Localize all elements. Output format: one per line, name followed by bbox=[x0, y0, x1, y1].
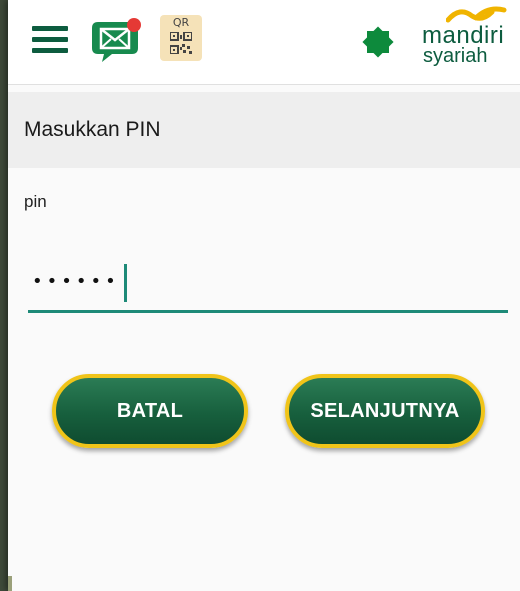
qr-code-icon bbox=[170, 32, 192, 54]
pin-input[interactable]: •••••• bbox=[28, 262, 508, 313]
cancel-button[interactable]: BATAL bbox=[52, 374, 248, 448]
app-screen: QR mandiri syariah Masukkan PIN pin ••••… bbox=[8, 0, 520, 591]
brand-sub: syariah bbox=[423, 45, 488, 67]
top-app-bar: QR mandiri syariah bbox=[8, 0, 520, 85]
hamburger-menu-icon[interactable] bbox=[32, 24, 68, 56]
text-caret bbox=[124, 264, 127, 302]
pin-label: pin bbox=[24, 192, 47, 211]
mandiri-syariah-logo: mandiri syariah bbox=[420, 4, 512, 74]
pin-masked-value: •••••• bbox=[32, 271, 120, 292]
qr-code-button[interactable]: QR bbox=[160, 15, 202, 61]
title-bar: Masukkan PIN bbox=[8, 92, 520, 168]
message-envelope-icon[interactable] bbox=[92, 18, 144, 64]
qr-label: QR bbox=[172, 16, 190, 29]
bottom-edge-strip bbox=[8, 576, 12, 591]
star-emblem-icon bbox=[362, 26, 394, 58]
page-title: Masukkan PIN bbox=[24, 118, 161, 141]
brand-swoosh-icon bbox=[446, 6, 507, 23]
next-button[interactable]: SELANJUTNYA bbox=[285, 374, 485, 448]
